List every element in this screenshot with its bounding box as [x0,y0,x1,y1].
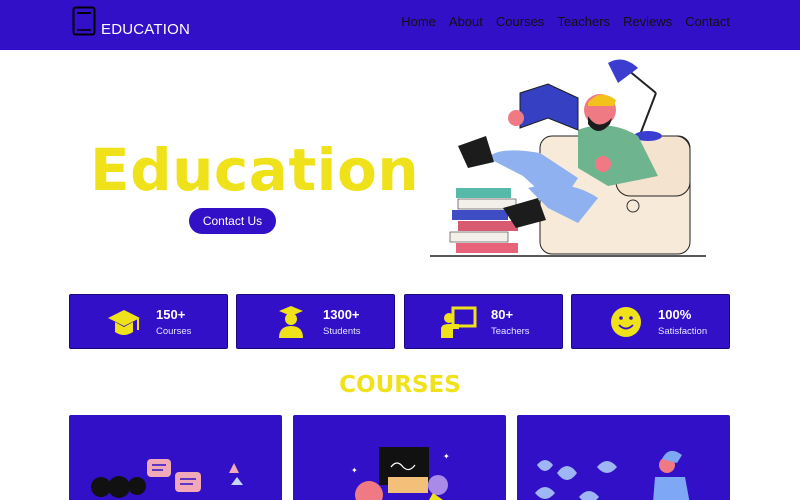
nav-reviews[interactable]: Reviews [623,14,672,29]
course-card[interactable] [517,415,730,500]
courses-heading: COURSES [339,372,461,398]
svg-text:✦: ✦ [351,466,358,475]
smiley-icon [611,307,641,337]
contact-us-button[interactable]: Contact Us [189,208,276,234]
course-card[interactable]: ✦ ✦ [293,415,506,500]
online-class-illustration: ✦ ✦ [351,447,450,500]
course-card[interactable] [69,415,282,500]
stat-value: 80+ [491,307,514,322]
nav-home[interactable]: Home [401,14,436,29]
hero-reading-illustration [430,59,706,257]
stat-label: Courses [156,326,192,337]
book-icon [72,6,96,36]
site-header: EDUCATION Home About Courses Teachers Re… [0,0,800,50]
nav-contact[interactable]: Contact [685,14,730,29]
svg-text:✦: ✦ [443,452,450,461]
stat-students: 1300+ Students [236,294,395,349]
teacher-icon [441,306,477,338]
stat-label: Satisfaction [658,326,708,337]
stat-value: 100% [658,307,692,322]
nav-teachers[interactable]: Teachers [557,14,610,29]
nav-courses[interactable]: Courses [496,14,544,29]
nav-about[interactable]: About [449,14,483,29]
logo-text: EDUCATION [101,21,191,38]
stat-satisfaction: 100% Satisfaction [571,294,730,349]
logo[interactable]: EDUCATION [72,6,190,38]
student-icon [279,306,303,338]
stat-value: 1300+ [323,307,360,322]
plants-reading-illustration [535,450,690,500]
chat-bubbles-illustration [91,459,243,498]
stat-courses: 150+ Courses [69,294,228,349]
main-nav: Home About Courses Teachers Reviews Cont… [401,14,730,29]
hero-title: Education [90,136,420,204]
stat-label: Students [323,326,361,337]
stat-teachers: 80+ Teachers [404,294,563,349]
stat-value: 150+ [156,307,186,322]
graduation-cap-icon [108,310,140,335]
stat-label: Teachers [491,326,530,337]
